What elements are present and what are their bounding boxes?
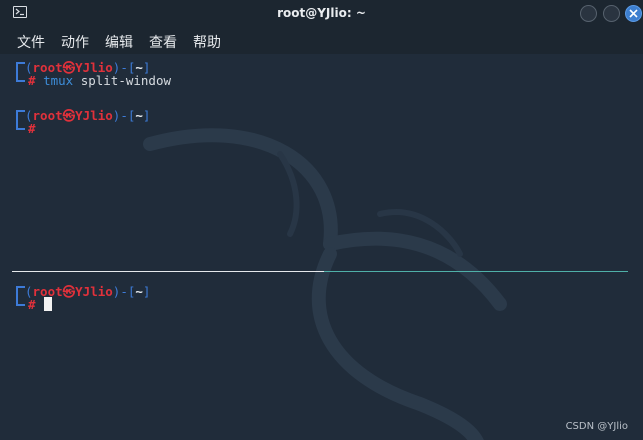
close-button[interactable] — [625, 5, 642, 22]
prompt-corner-bottom — [16, 294, 25, 306]
menu-bar: 文件 动作 编辑 查看 帮助 — [0, 27, 643, 54]
command-line: # tmux split-window — [28, 73, 172, 88]
watermark: CSDN @YJlio — [565, 421, 628, 432]
pane-divider[interactable] — [12, 271, 324, 272]
menu-action[interactable]: 动作 — [61, 32, 89, 52]
close-icon — [629, 9, 638, 18]
minimize-button[interactable] — [580, 5, 597, 22]
prompt-line: (root㉿YJlio)-[~] — [25, 108, 151, 123]
menu-view[interactable]: 查看 — [149, 32, 177, 52]
command-name: tmux — [43, 73, 74, 88]
menu-help[interactable]: 帮助 — [193, 32, 221, 52]
menu-edit[interactable]: 编辑 — [105, 32, 133, 52]
command-line: # — [28, 121, 36, 136]
window-title: root@YJlio: ~ — [277, 6, 366, 20]
maximize-button[interactable] — [603, 5, 620, 22]
command-args: split-window — [73, 73, 172, 88]
prompt-corner-bottom — [16, 118, 25, 130]
title-bar: root@YJlio: ~ — [0, 0, 643, 27]
menu-file[interactable]: 文件 — [17, 32, 45, 52]
prompt-corner-bottom — [16, 70, 25, 82]
terminal-area[interactable]: (root㉿YJlio)-[~] # tmux split-window (ro… — [0, 54, 643, 440]
pane-divider-active[interactable] — [324, 271, 628, 272]
text-cursor — [44, 297, 52, 311]
command-line: # — [28, 297, 36, 312]
